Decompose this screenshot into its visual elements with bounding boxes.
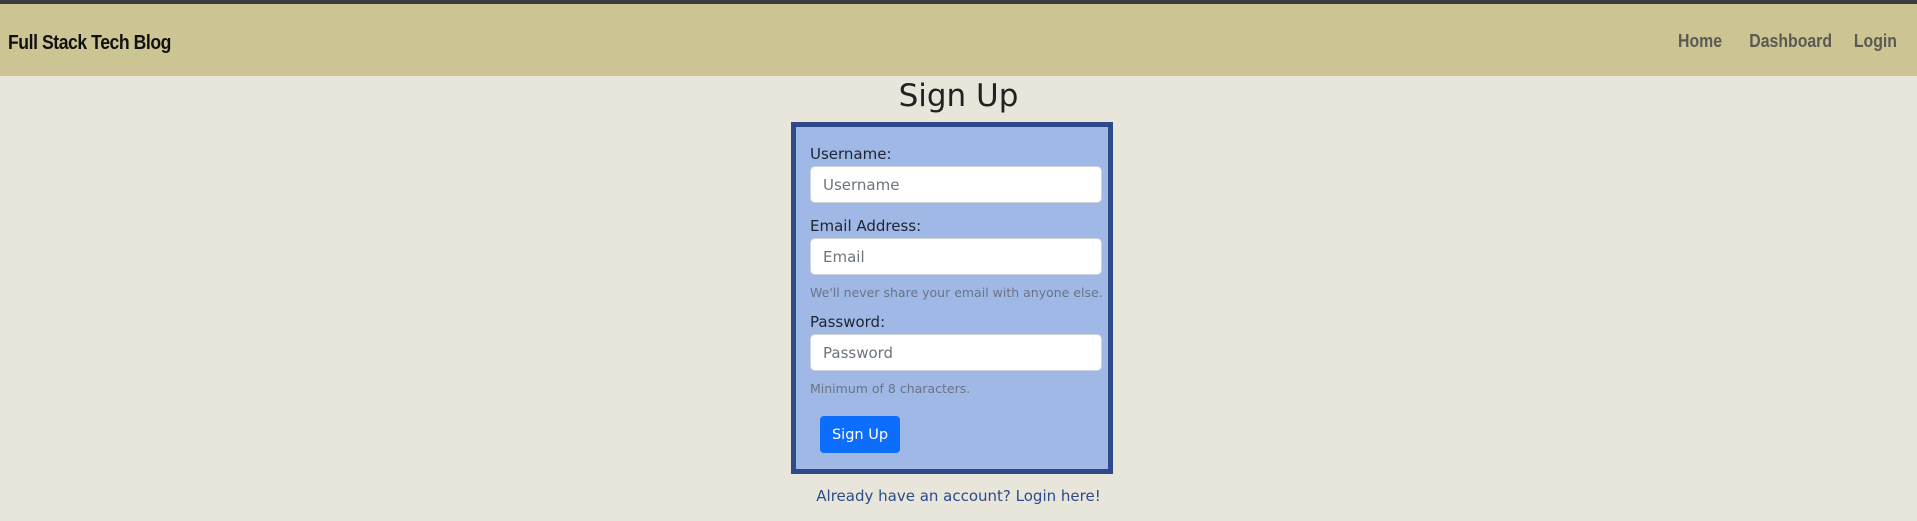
username-label: Username: bbox=[810, 145, 892, 163]
nav-login-link[interactable]: Login bbox=[1854, 31, 1897, 52]
nav-dashboard-link[interactable]: Dashboard bbox=[1749, 31, 1832, 52]
login-here-link[interactable]: Already have an account? Login here! bbox=[0, 487, 1917, 505]
site-header: Full Stack Tech Blog Home Dashboard Logi… bbox=[0, 4, 1917, 76]
email-help-text: We'll never share your email with anyone… bbox=[810, 285, 1103, 300]
site-brand: Full Stack Tech Blog bbox=[8, 32, 171, 54]
page-title: Sign Up bbox=[898, 78, 1019, 114]
password-label: Password: bbox=[810, 313, 886, 331]
signup-form: Username: Email Address: We'll never sha… bbox=[791, 122, 1113, 474]
email-label: Email Address: bbox=[810, 217, 922, 235]
password-input[interactable] bbox=[810, 334, 1102, 371]
password-help-text: Minimum of 8 characters. bbox=[810, 381, 971, 396]
username-input[interactable] bbox=[810, 166, 1102, 203]
email-input[interactable] bbox=[810, 238, 1102, 275]
nav-home-link[interactable]: Home bbox=[1678, 31, 1722, 52]
main-nav: Home Dashboard Login bbox=[1672, 31, 1897, 52]
sign-up-button[interactable]: Sign Up bbox=[820, 416, 900, 453]
